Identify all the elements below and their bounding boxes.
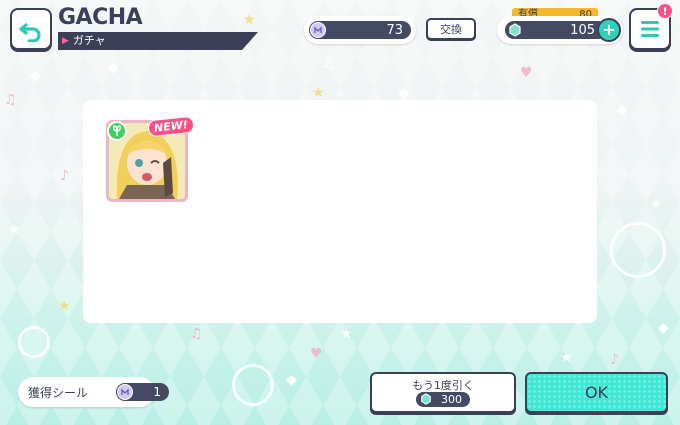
pure-attribute-icon	[107, 121, 127, 141]
buy-gems-plus-button[interactable]: +	[597, 18, 621, 42]
page-title-block: GACHA ▶ ガチャ	[58, 6, 258, 50]
exchange-button[interactable]: 交換	[426, 18, 476, 40]
back-button[interactable]	[10, 8, 52, 50]
seal-coin-icon	[310, 22, 326, 38]
star-deco-icon: ★	[312, 85, 325, 101]
diamond-deco-icon: ◆	[658, 320, 669, 336]
pull-again-cost: 300	[441, 393, 462, 406]
diamond-deco-icon: ◆	[108, 60, 119, 76]
diamond-deco-icon: ◆	[30, 68, 41, 84]
star-deco-icon: ★	[650, 196, 663, 212]
gem-count: 105	[570, 22, 595, 38]
back-arrow-icon	[19, 23, 41, 42]
star-deco-icon: ★	[58, 298, 71, 314]
pull-again-button[interactable]: もう1度引く 300	[370, 372, 516, 413]
page-subtitle: ガチャ	[72, 34, 106, 47]
heart-deco-icon: ♥	[310, 346, 323, 362]
diamond-deco-icon: ◆	[286, 372, 297, 388]
music-deco-icon: ♪	[610, 352, 619, 368]
earned-seal-block: 獲得シール 1	[18, 377, 169, 407]
menu-alert-badge: !	[657, 3, 673, 19]
earned-seal-value: 1	[153, 385, 161, 399]
hamburger-menu-icon	[641, 21, 659, 37]
page-subtitle-bar: ▶ ガチャ	[58, 32, 258, 50]
page-title: GACHA	[58, 5, 143, 30]
gem-icon	[509, 23, 521, 37]
music-deco-icon: ♫	[190, 326, 203, 342]
ring-deco	[232, 364, 274, 406]
ring-deco	[18, 326, 50, 358]
diamond-deco-icon: ◆	[398, 85, 409, 101]
music-deco-icon: ♫	[322, 56, 335, 72]
ok-button[interactable]: OK	[525, 372, 668, 413]
earned-seal-label: 獲得シール	[28, 386, 89, 400]
heart-deco-icon: ♥	[520, 65, 533, 81]
seal-count: 73	[386, 22, 403, 38]
gem-icon	[421, 393, 431, 405]
star-deco-icon: ★	[8, 222, 21, 238]
seal-coin-icon	[117, 384, 133, 400]
star-deco-icon: ★	[340, 326, 353, 342]
music-deco-icon: ♫	[4, 92, 17, 108]
star-deco-icon: ★	[560, 350, 573, 366]
diamond-deco-icon: ◆	[617, 102, 628, 118]
music-deco-icon: ♪	[60, 168, 69, 184]
pull-again-label: もう1度引く	[412, 379, 474, 392]
ring-deco	[610, 222, 666, 278]
play-triangle-icon: ▶	[62, 36, 69, 46]
